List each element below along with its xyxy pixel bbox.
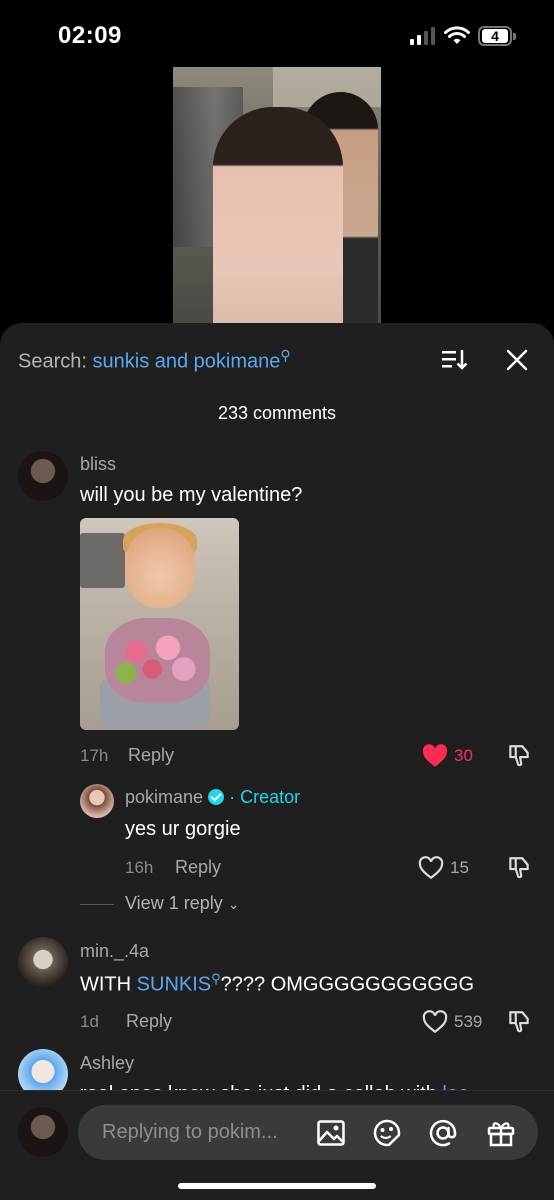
battery-icon: 4 [478,26,516,46]
comment-username[interactable]: Ashley [80,1053,134,1074]
status-bar: 02:09 4 [0,0,554,70]
heart-outline-icon [422,1010,448,1034]
avatar[interactable] [18,451,68,501]
comment-text-prefix: WITH [80,973,137,996]
comment-text: WITH SUNKIS⚲???? OMGGGGGGGGGGG [80,971,474,997]
search-icon: ⚲ [280,347,291,363]
chevron-down-icon: ⌄ [227,896,240,912]
image-icon[interactable] [316,1118,346,1148]
reply-button[interactable]: Reply [126,1011,172,1032]
reply-button[interactable]: Reply [175,857,221,878]
search-header[interactable]: Search: sunkis and pokimane⚲ [18,347,291,374]
like-count: 539 [454,1012,483,1031]
dislike-icon[interactable] [506,855,532,881]
comment-text-suffix: ???? OMGGGGGGGGGGG [220,973,475,996]
view-replies-label: View 1 reply [125,893,223,913]
close-icon[interactable] [502,345,532,375]
divider [80,904,114,905]
sort-icon[interactable] [440,345,470,375]
status-icons: 4 [410,26,516,46]
like-count: 15 [450,858,469,877]
reply-input[interactable]: Replying to pokim... [78,1105,538,1160]
comment-input-bar: Replying to pokim... [0,1090,554,1200]
like-button[interactable]: 30 [422,744,473,768]
avatar[interactable] [80,784,114,818]
avatar[interactable] [18,937,68,987]
reply-time: 16h [125,858,154,877]
search-label: Search: [18,350,87,373]
current-user-avatar[interactable] [18,1107,68,1157]
sticker-icon[interactable] [372,1118,402,1148]
like-count: 30 [454,746,473,765]
heart-outline-icon [418,856,444,880]
dislike-icon[interactable] [506,743,532,769]
comment-image[interactable] [80,518,239,730]
comment-text: will you be my valentine? [80,484,303,506]
like-button[interactable]: 15 [418,856,469,880]
comment-username[interactable]: bliss [80,454,116,475]
status-time: 02:09 [58,22,122,49]
reply-username[interactable]: pokimane · Creator [125,787,300,808]
search-term-link[interactable]: sunkis and pokimane [93,351,281,373]
reply-button[interactable]: Reply [128,745,174,766]
signal-icon [410,27,435,45]
comment-time: 17h [80,746,109,765]
mention-icon[interactable] [428,1118,458,1148]
wifi-icon [444,26,470,44]
heart-filled-icon [422,744,448,767]
reply-text: yes ur gorgie [125,818,241,840]
comment-username[interactable]: min._.4a [80,941,149,962]
view-replies-button[interactable]: View 1 reply ⌄ [125,893,239,914]
mention-link[interactable]: SUNKIS [137,974,211,996]
gift-icon[interactable] [486,1118,516,1148]
comments-sheet: Search: sunkis and pokimane⚲ 233 comment… [0,323,554,1200]
home-indicator [178,1183,376,1189]
reply-input-placeholder: Replying to pokim... [102,1121,278,1143]
battery-level: 4 [482,29,508,43]
video-preview[interactable] [173,67,381,325]
verified-badge-icon [208,789,225,805]
dislike-icon[interactable] [506,1009,532,1035]
like-button[interactable]: 539 [422,1010,482,1034]
search-icon: ⚲ [211,971,221,986]
comment-count: 233 comments [217,403,337,423]
reply-username-text: pokimane [125,787,204,807]
creator-label: · Creator [229,787,301,807]
comment-time: 1d [80,1012,99,1031]
